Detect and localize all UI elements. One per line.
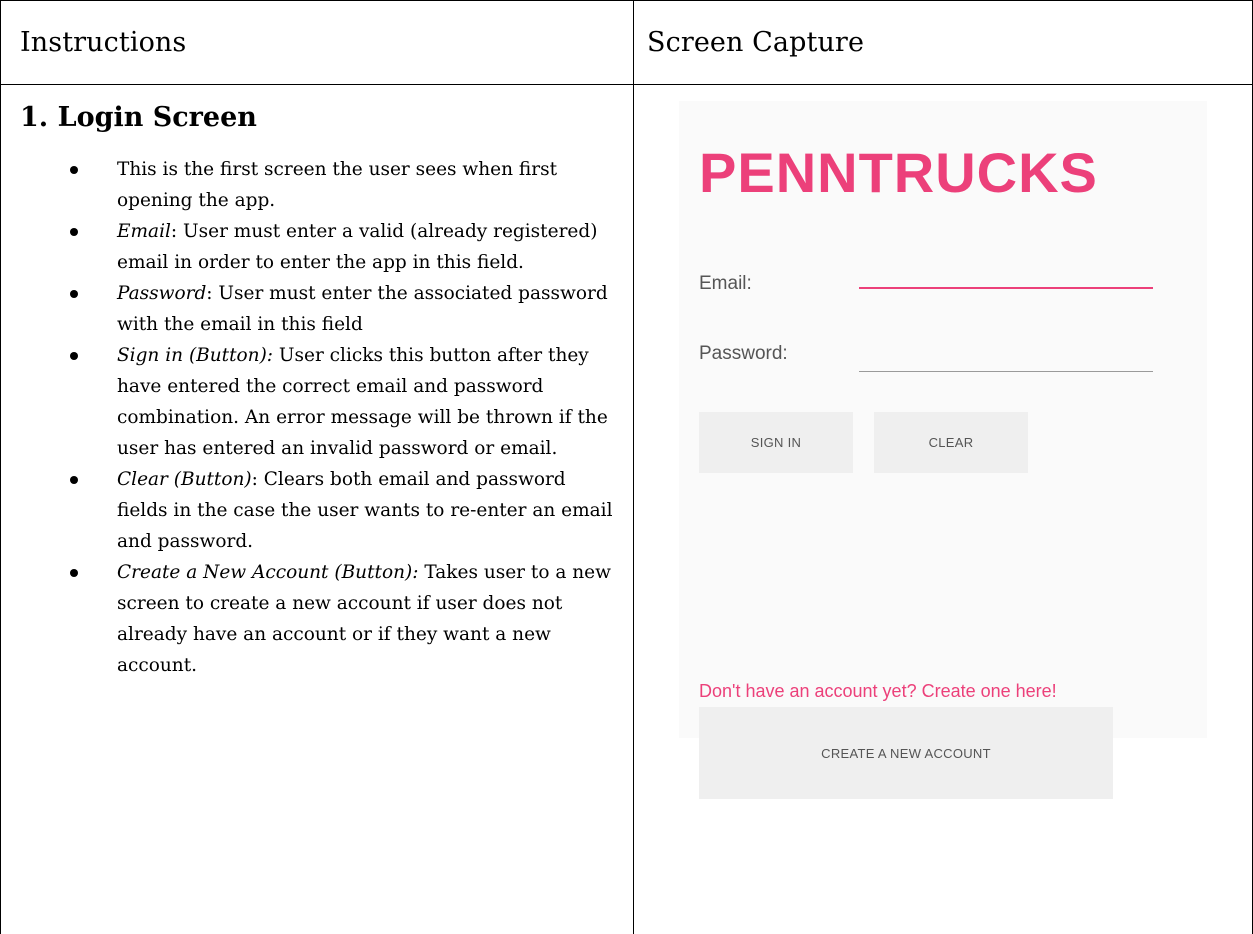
login-screen-capture: PENNTRUCKS Email: Password: SIGN IN CLEA… [679, 101, 1207, 799]
bullet-term: Clear (Button) [117, 469, 252, 490]
document-table: Instructions Screen Capture 1. Login Scr… [0, 0, 1253, 934]
bullet-term: Sign in (Button): [117, 345, 274, 366]
bullet-icon [70, 352, 78, 360]
table-header-divider [0, 84, 1253, 85]
bullet-term: Email [117, 221, 171, 242]
email-label: Email: [699, 273, 752, 294]
sign-in-button[interactable]: SIGN IN [699, 412, 853, 473]
list-item: Create a New Account (Button): Takes use… [70, 557, 615, 681]
list-item: Clear (Button): Clears both email and pa… [70, 464, 615, 557]
app-title: PENNTRUCKS [699, 141, 1098, 204]
create-account-button[interactable]: CREATE A NEW ACCOUNT [699, 707, 1113, 799]
bullet-icon [70, 290, 78, 298]
header-instructions: Instructions [20, 26, 187, 58]
bullet-text: : User must enter a valid (already regis… [117, 221, 598, 273]
email-field[interactable] [859, 257, 1153, 289]
bullet-icon [70, 569, 78, 577]
password-label: Password: [699, 343, 788, 364]
table-left-border [0, 0, 1, 934]
bullet-icon [70, 228, 78, 236]
section-title: 1. Login Screen [20, 102, 257, 133]
bullet-term: Create a New Account (Button): [117, 562, 419, 583]
table-top-border [0, 0, 1253, 1]
instruction-list: This is the first screen the user sees w… [70, 154, 615, 681]
header-screen-capture: Screen Capture [647, 26, 865, 58]
table-column-divider [633, 0, 634, 934]
clear-button[interactable]: CLEAR [874, 412, 1028, 473]
password-field[interactable] [859, 341, 1153, 372]
bullet-icon [70, 476, 78, 484]
list-item: Sign in (Button): User clicks this butto… [70, 340, 615, 464]
signup-prompt[interactable]: Don't have an account yet? Create one he… [699, 681, 1057, 701]
bullet-icon [70, 166, 78, 174]
list-item: This is the first screen the user sees w… [70, 154, 615, 216]
list-item: Email: User must enter a valid (already … [70, 216, 615, 278]
bullet-text: This is the first screen the user sees w… [117, 159, 558, 211]
list-item: Password: User must enter the associated… [70, 278, 615, 340]
bullet-term: Password [117, 283, 207, 304]
